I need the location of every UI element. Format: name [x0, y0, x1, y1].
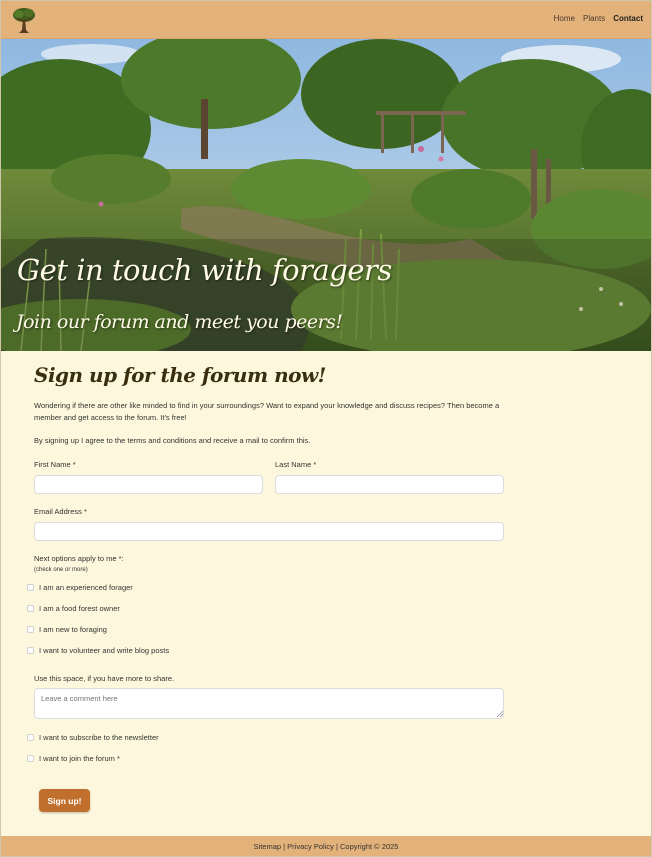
- join-forum-checkbox-row[interactable]: I want to join the forum *: [27, 754, 120, 763]
- footer-privacy-link[interactable]: Privacy Policy: [287, 842, 334, 851]
- nav-link-home[interactable]: Home: [554, 14, 575, 23]
- newsletter-checkbox[interactable]: [27, 734, 34, 741]
- navbar: Home Plants Contact: [1, 1, 651, 39]
- tree-logo-icon[interactable]: [11, 6, 37, 34]
- footer-sitemap-link[interactable]: Sitemap: [254, 842, 282, 851]
- first-name-label: First Name *: [34, 460, 76, 469]
- hero-title: Get in touch with foragers: [17, 253, 392, 287]
- option-label: I want to volunteer and write blog posts: [39, 646, 170, 655]
- hero-garden-image: [1, 39, 651, 351]
- nav-links: Home Plants Contact: [554, 14, 643, 23]
- intro-text: Wondering if there are other like minded…: [34, 401, 500, 422]
- resize-grip-icon[interactable]: [496, 710, 503, 717]
- hero-subtitle: Join our forum and meet you peers!: [16, 311, 343, 333]
- join-forum-label: I want to join the forum *: [39, 754, 120, 763]
- sign-up-button[interactable]: Sign up!: [39, 789, 90, 812]
- checkbox[interactable]: [27, 647, 34, 654]
- nav-link-contact[interactable]: Contact: [613, 14, 643, 23]
- email-input[interactable]: [34, 522, 504, 541]
- last-name-input[interactable]: [275, 475, 504, 494]
- option-label: I am new to foraging: [39, 625, 107, 634]
- option-experienced-forager[interactable]: I am an experienced forager: [27, 583, 133, 592]
- join-forum-checkbox[interactable]: [27, 755, 34, 762]
- hero-banner: Get in touch with foragers Join our foru…: [1, 39, 651, 351]
- options-hint: (check one or more): [34, 567, 88, 573]
- email-label: Email Address *: [34, 507, 87, 516]
- option-volunteer[interactable]: I want to volunteer and write blog posts: [27, 646, 169, 655]
- footer: Sitemap | Privacy Policy | Copyright © 2…: [1, 836, 651, 856]
- nav-link-plants[interactable]: Plants: [583, 14, 605, 23]
- checkbox[interactable]: [27, 605, 34, 612]
- checkbox[interactable]: [27, 584, 34, 591]
- page: Home Plants Contact Get in touch with fo…: [0, 0, 652, 857]
- option-label: I am an experienced forager: [39, 583, 133, 592]
- footer-copyright: Copyright © 2025: [339, 841, 399, 851]
- option-new-to-foraging[interactable]: I am new to foraging: [27, 625, 107, 634]
- form-heading: Sign up for the forum now!: [34, 363, 326, 387]
- options-label: Next options apply to me *:: [34, 554, 124, 563]
- option-food-forest-owner[interactable]: I am a food forest owner: [27, 604, 120, 613]
- option-label: I am a food forest owner: [39, 604, 120, 613]
- checkbox[interactable]: [27, 626, 34, 633]
- first-name-input[interactable]: [34, 475, 263, 494]
- newsletter-checkbox-row[interactable]: I want to subscribe to the newsletter: [27, 733, 159, 742]
- newsletter-label: I want to subscribe to the newsletter: [39, 733, 159, 742]
- terms-text: By signing up I agree to the terms and c…: [34, 436, 311, 445]
- comment-label: Use this space, if you have more to shar…: [34, 674, 175, 683]
- comment-textarea[interactable]: [34, 688, 504, 719]
- last-name-label: Last Name *: [275, 460, 317, 469]
